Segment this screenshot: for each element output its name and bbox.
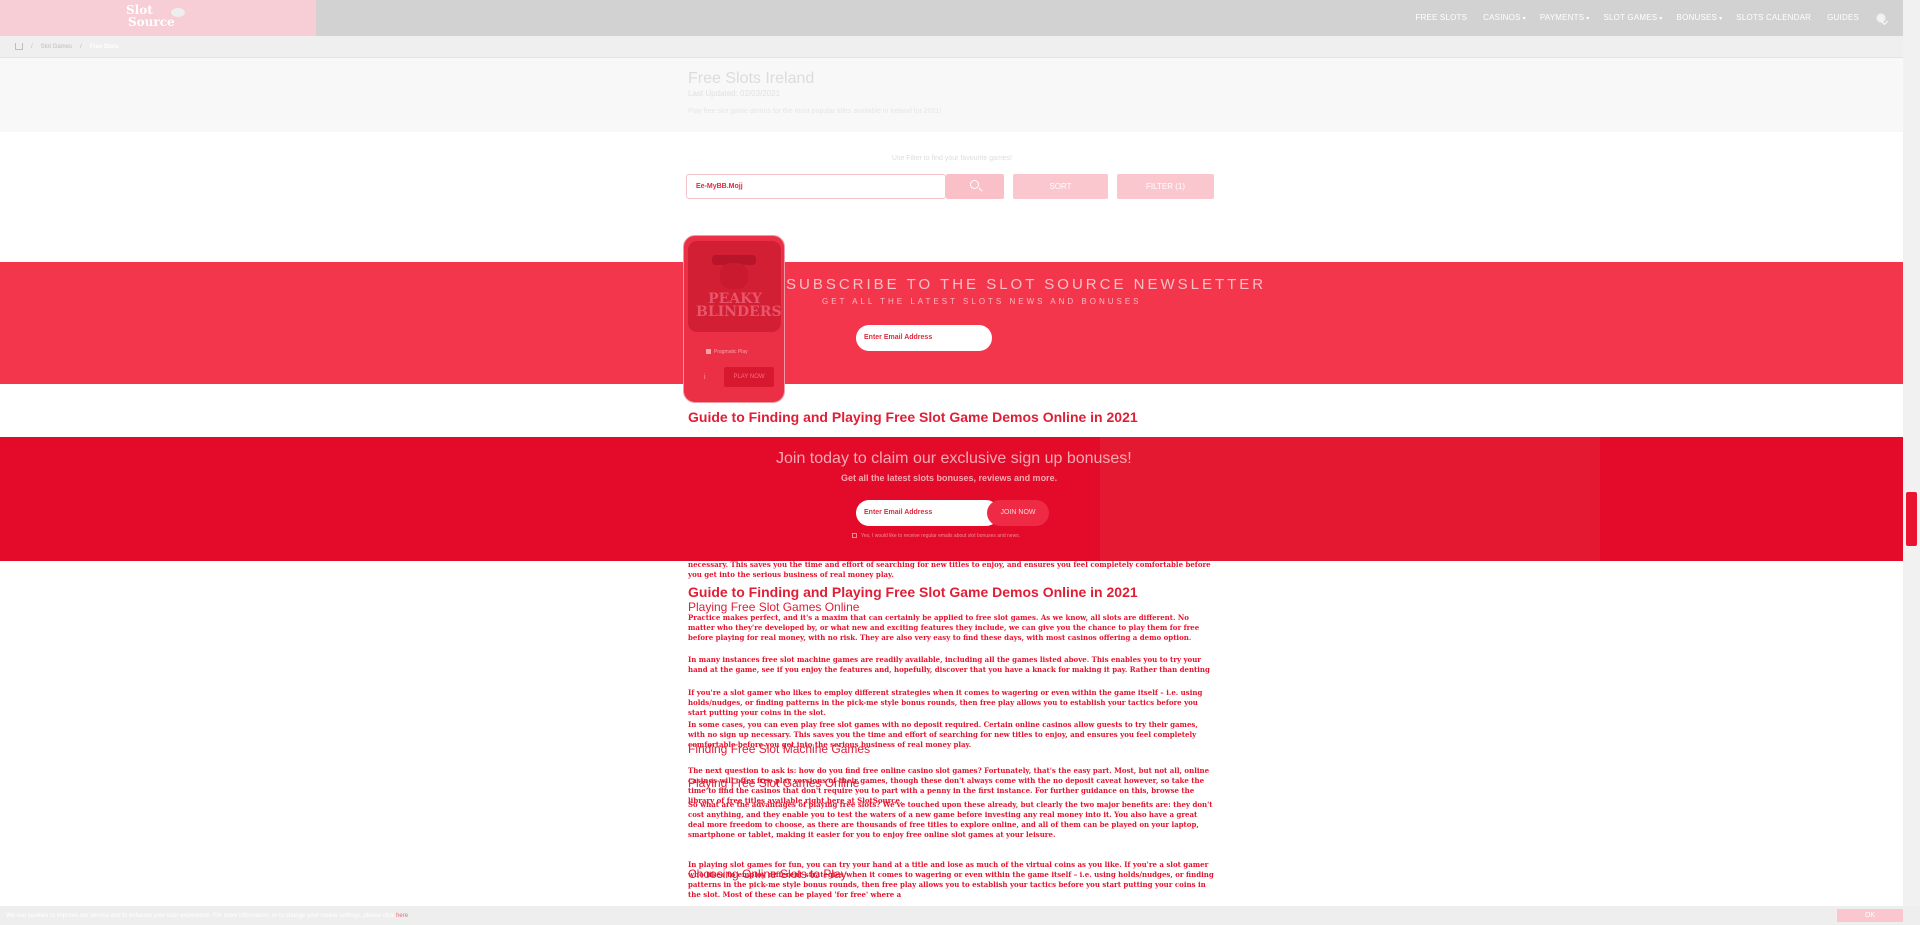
paragraph-7: So what are the advantages of playing fr… [688, 800, 1213, 839]
paragraph-3: In many instances free slot machine game… [688, 655, 1210, 674]
paragraph-2: Practice makes perfect, and it's a maxim… [688, 613, 1200, 642]
chevron-down-icon: ▾ [1659, 16, 1663, 22]
newsletter-subtitle: GET ALL THE LATEST SLOTS NEWS AND BONUSE… [822, 297, 1142, 306]
page: Slot Source FREE SLOTS CASINOS ▾ PAYMENTS… [0, 0, 1920, 925]
play-now-button[interactable]: PLAY NOW [724, 367, 774, 387]
game-card[interactable]: PEAKY BLINDERS Pragmatic Play i PLAY NOW [683, 235, 785, 403]
nav-label: GUIDES [1827, 13, 1859, 22]
logo-line-2: Source [128, 15, 175, 29]
search-icon [970, 180, 979, 189]
nav-label: CASINOS [1483, 13, 1521, 22]
cookie-text: We use cookies to improve our service an… [6, 913, 395, 919]
cookie-bar: We use cookies to improve our service an… [0, 906, 1920, 925]
consent-label: Yes, I would like to receive regular ema… [861, 533, 1021, 539]
newsletter-email-field[interactable]: Enter Email Address [856, 325, 992, 351]
logo-area[interactable]: Slot Source [0, 0, 316, 36]
info-icon[interactable]: i [704, 374, 706, 381]
paragraph-8: In playing slot games for fun, you can t… [688, 860, 1214, 899]
cookie-link[interactable]: here [396, 913, 408, 919]
newsletter-title: SUBSCRIBE TO THE SLOT SOURCE NEWSLETTER [786, 276, 1267, 293]
join-now-button[interactable]: JOIN NOW [987, 500, 1049, 526]
nav-label: BONUSES [1676, 13, 1718, 22]
nav-slots-calendar[interactable]: SLOTS CALENDAR [1736, 13, 1813, 22]
cookie-ok-button[interactable]: OK [1837, 909, 1903, 922]
checkbox-icon[interactable] [852, 533, 857, 539]
paragraph-4: If you're a slot gamer who likes to empl… [688, 688, 1203, 717]
filter-hint: Use Filter to find your favourite games! [891, 155, 1013, 162]
nav-bonuses[interactable]: BONUSES ▾ [1677, 13, 1723, 22]
search-button[interactable] [946, 174, 1004, 199]
home-icon[interactable] [15, 43, 23, 50]
game-provider: Pragmatic Play [706, 349, 748, 355]
playing-heading: Playing Free Slot Games Online [688, 600, 860, 614]
theme-toggle-icon[interactable] [1876, 13, 1886, 23]
nav-payments[interactable]: PAYMENTS ▾ [1540, 13, 1590, 22]
filter-button[interactable]: FILTER (1) [1117, 174, 1214, 199]
main-nav: FREE SLOTS CASINOS ▾ PAYMENTS ▾ SLOT GAMES… [1415, 13, 1861, 22]
playing-heading-2: Playing Free Slot Games Online [688, 776, 860, 790]
sort-button[interactable]: SORT [1013, 174, 1108, 199]
nav-label: SLOTS CALENDAR [1736, 13, 1812, 22]
game-title: PEAKY BLINDERS [696, 291, 781, 320]
chevron-down-icon: ▾ [1522, 16, 1526, 22]
nav-slot-games[interactable]: SLOT GAMES ▾ [1603, 13, 1662, 22]
breadcrumb: / Slot Games / Free Slots [0, 36, 1903, 58]
chevron-down-icon: ▾ [1586, 16, 1590, 22]
page-description: Play free slot game demos for the most p… [688, 108, 942, 115]
nav-free-slots[interactable]: FREE SLOTS [1415, 13, 1469, 22]
nav-label: SLOT GAMES [1603, 13, 1658, 22]
signup-title: Join today to claim our exclusive sign u… [776, 450, 1132, 467]
site-logo[interactable]: Slot Source [126, 4, 188, 32]
top-nav-bar: Slot Source FREE SLOTS CASINOS ▾ PAYMENTS… [0, 0, 1903, 36]
signup-consent[interactable]: Yes, I would like to receive regular ema… [852, 533, 1020, 539]
signup-subtitle: Get all the latest slots bonuses, review… [841, 473, 1058, 483]
nav-label: PAYMENTS [1539, 13, 1585, 22]
nav-label: FREE SLOTS [1415, 13, 1468, 22]
breadcrumb-sep: / [80, 43, 82, 50]
signup-email-field[interactable]: Enter Email Address [856, 500, 999, 526]
search-input[interactable]: Ee-MyBB.Mojj [686, 174, 946, 199]
scrollbar-track[interactable] [1903, 0, 1920, 925]
guide-heading-2: Guide to Finding and Playing Free Slot G… [688, 584, 1138, 600]
game-thumbnail[interactable]: PEAKY BLINDERS [688, 241, 781, 332]
guide-heading: Guide to Finding and Playing Free Slot G… [688, 409, 1138, 425]
finding-heading: Finding Free Slot Machine Games [688, 742, 871, 756]
nav-casinos[interactable]: CASINOS ▾ [1483, 13, 1526, 22]
breadcrumb-free-slots: Free Slots [89, 43, 119, 50]
last-updated: Last Updated: 02/03/2021 [688, 89, 781, 98]
hero-section [0, 58, 1903, 132]
logo-bubble-icon [171, 8, 185, 17]
breadcrumb-slot-games[interactable]: Slot Games [41, 44, 72, 50]
face-shape [720, 263, 748, 289]
cookie-notice: We use cookies to improve our service an… [6, 913, 408, 919]
breadcrumb-sep: / [31, 43, 33, 50]
chevron-down-icon: ▾ [1719, 16, 1723, 22]
scrollbar-thumb[interactable] [1906, 492, 1917, 546]
provider-label: Pragmatic Play [714, 349, 748, 355]
paragraph-1: necessary. This saves you the time and e… [688, 560, 1211, 579]
page-title: Free Slots Ireland [688, 70, 815, 87]
checkbox-icon [706, 349, 711, 355]
nav-guides[interactable]: GUIDES [1827, 13, 1861, 22]
signup-background-image [1100, 437, 1600, 561]
